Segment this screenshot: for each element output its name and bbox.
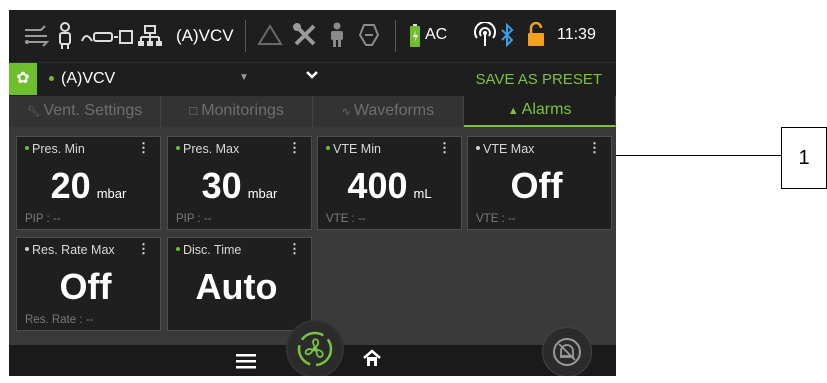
alarm-number: 400 [347, 165, 408, 206]
status-divider-2 [395, 20, 396, 52]
callout-line [616, 155, 781, 156]
alarm-number: 20 [50, 165, 91, 206]
tab-vent-settings[interactable]: 🔧︎ Vent. Settings [9, 96, 161, 127]
gear-icon: ✿ [16, 70, 30, 87]
alarm-value: 30 mbar [168, 165, 311, 207]
alarm-title: VTE Min [326, 142, 381, 156]
save-as-preset-button[interactable]: SAVE AS PRESET [476, 71, 602, 88]
alarm-title: VTE Max [476, 142, 534, 156]
alarm-silence-button[interactable] [542, 327, 592, 376]
status-dot [176, 145, 180, 150]
more-options-icon[interactable]: ⋮ [438, 140, 451, 156]
menu-icon[interactable] [236, 353, 256, 373]
alarm-number: Off [510, 165, 563, 206]
alarm-card-pres-min[interactable]: Pres. Min ⋮ 20 mbar PIP : -- [16, 136, 161, 230]
alarm-title: Pres. Max [176, 142, 239, 156]
tab-label: Waveforms [353, 102, 435, 119]
alarm-number: Off [59, 266, 112, 307]
more-options-icon[interactable]: ⋮ [288, 140, 301, 156]
bell-icon: ▲ [507, 105, 519, 117]
callout-label: 1 [781, 127, 827, 189]
more-options-icon[interactable]: ⋮ [137, 241, 150, 257]
device-connect-icon [80, 27, 134, 53]
ventilator-screen: (A)VCV AC 11:39 ✿ (A)VCV ▼ SAVE AS PRESE… [9, 10, 616, 376]
wireless-icon [473, 21, 497, 53]
mode-bar: ✿ (A)VCV ▼ SAVE AS PRESET [9, 62, 616, 96]
tab-label: Alarms [521, 101, 572, 118]
tab-label: Vent. Settings [43, 102, 143, 119]
alarm-unit: mL [413, 186, 432, 201]
alarm-grid: Pres. Min ⋮ 20 mbar PIP : -- Pres. Max ⋮ … [9, 127, 616, 345]
alarm-card-vte-min[interactable]: VTE Min ⋮ 400 mL VTE : -- [317, 136, 462, 230]
alarm-number: 30 [201, 165, 242, 206]
alarm-name: VTE Max [483, 142, 535, 156]
status-dot [25, 145, 29, 150]
mode-status-dot [49, 76, 54, 81]
wrench-icon: 🔧︎ [26, 106, 41, 118]
settings-gear-button[interactable]: ✿ [9, 63, 37, 95]
alarm-unit: mbar [96, 186, 127, 201]
alarm-card-disc-time[interactable]: Disc. Time ⋮ Auto [167, 237, 312, 331]
wave-icon: ∿ [341, 106, 351, 118]
patient-adult-icon [327, 22, 347, 53]
alarm-monitor: PIP : -- [176, 213, 212, 225]
alarm-name: Res. Rate Max [32, 243, 115, 257]
alarm-title: Pres. Min [25, 142, 85, 156]
fan-icon [296, 330, 334, 373]
unlock-icon[interactable] [526, 21, 546, 53]
mask-icon [358, 22, 380, 53]
more-options-icon[interactable]: ⋮ [588, 140, 601, 156]
alarm-monitor: PIP : -- [25, 213, 61, 225]
alarm-value: Auto [168, 266, 311, 308]
alarm-title: Res. Rate Max [25, 243, 115, 257]
clock: 11:39 [557, 26, 596, 43]
warning-triangle-icon [257, 23, 283, 52]
alarm-value: 400 mL [318, 165, 461, 207]
alarm-name: Disc. Time [183, 243, 242, 257]
alarm-name: Pres. Min [32, 142, 85, 156]
tab-waveforms[interactable]: ∿ Waveforms [313, 96, 465, 127]
alarm-monitor: Res. Rate : -- [25, 314, 94, 326]
more-options-icon[interactable]: ⋮ [137, 140, 150, 156]
caret-down-icon[interactable]: ▼ [239, 72, 249, 83]
alarm-card-res-rate-max[interactable]: Res. Rate Max ⋮ Off Res. Rate : -- [16, 237, 161, 331]
more-options-icon[interactable]: ⋮ [288, 241, 301, 257]
alarm-card-pres-max[interactable]: Pres. Max ⋮ 30 mbar PIP : -- [167, 136, 312, 230]
chevron-down-icon[interactable] [305, 68, 319, 84]
network-icon [137, 24, 163, 54]
status-divider [245, 20, 246, 52]
alarm-monitor: VTE : -- [476, 213, 516, 225]
status-dot [476, 145, 480, 150]
mode-selector-label[interactable]: (A)VCV [61, 70, 115, 88]
bluetooth-icon [499, 22, 515, 53]
alarm-value: 20 mbar [17, 165, 160, 207]
tools-icon [292, 22, 318, 53]
alarm-unit: mbar [247, 186, 278, 201]
tab-bar: 🔧︎ Vent. Settings ☐ Monitorings ∿ Waveforms… [9, 96, 616, 127]
alarm-silence-icon [552, 337, 582, 372]
alarm-value: Off [17, 266, 160, 308]
patient-icon [57, 22, 73, 56]
monitor-icon: ☐ [188, 106, 199, 118]
ventilation-start-button[interactable] [286, 320, 344, 376]
power-source: AC [425, 26, 448, 43]
alarm-card-vte-max[interactable]: VTE Max ⋮ Off VTE : -- [467, 136, 612, 230]
battery-icon [409, 24, 421, 53]
alarm-number: Auto [195, 266, 278, 307]
alarm-value: Off [468, 165, 611, 207]
status-mode: (A)VCV [176, 26, 234, 45]
alarm-monitor: VTE : -- [326, 213, 366, 225]
ventilation-circuit-icon [23, 24, 50, 54]
tab-monitorings[interactable]: ☐ Monitorings [161, 96, 313, 127]
status-dot [25, 246, 29, 251]
status-dot [176, 246, 180, 251]
alarm-title: Disc. Time [176, 243, 241, 257]
alarm-name: VTE Min [333, 142, 381, 156]
home-icon[interactable] [362, 349, 382, 372]
status-dot [326, 145, 330, 150]
tab-label: Monitorings [201, 102, 284, 119]
tab-alarms[interactable]: ▲ Alarms [464, 96, 616, 127]
status-bar: (A)VCV AC 11:39 [9, 10, 616, 62]
alarm-name: Pres. Max [183, 142, 240, 156]
